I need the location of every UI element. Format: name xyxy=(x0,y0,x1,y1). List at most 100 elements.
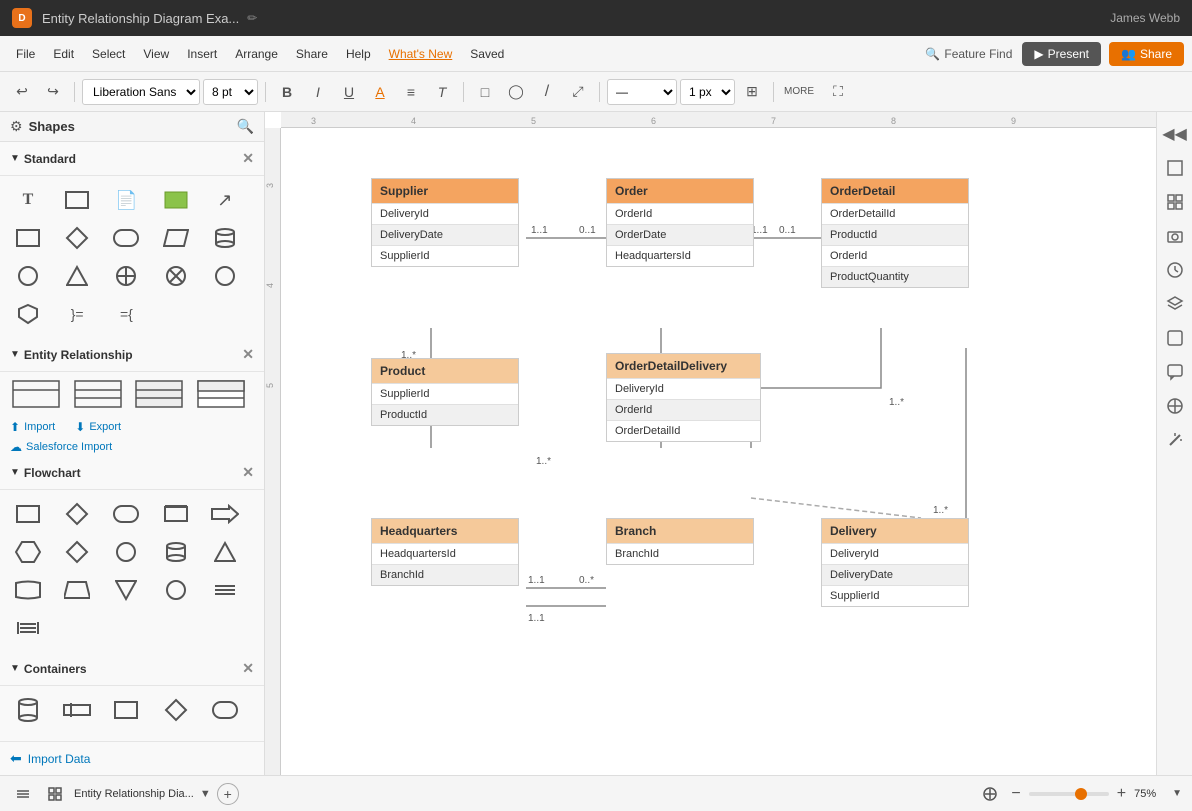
fill-button[interactable]: □ xyxy=(471,78,499,106)
containers-close-icon[interactable]: ✕ xyxy=(242,660,254,677)
list-view-icon[interactable] xyxy=(10,781,36,807)
align-left-button[interactable]: ≡ xyxy=(397,78,425,106)
import-button[interactable]: ⬆ Import xyxy=(10,420,55,434)
fc-diamond[interactable] xyxy=(59,496,95,532)
headquarters-entity[interactable]: Headquarters HeadquartersId BranchId xyxy=(371,518,519,586)
branch-entity[interactable]: Branch BranchId xyxy=(606,518,754,565)
fc-double-lines[interactable] xyxy=(10,610,46,646)
clock-icon[interactable] xyxy=(1161,256,1189,284)
menu-view[interactable]: View xyxy=(135,43,177,65)
canvas[interactable]: 1..1 0..1 1..* 0..* 1..1 0..1 1..* 1..* … xyxy=(281,128,1156,775)
cont-band[interactable] xyxy=(59,692,95,728)
redo-button[interactable]: ↪ xyxy=(39,78,67,106)
waypoints-button[interactable]: ⤢ xyxy=(564,78,592,106)
fit-page-icon[interactable] xyxy=(977,781,1003,807)
er-shape-1[interactable] xyxy=(10,378,62,410)
er-shape-3[interactable] xyxy=(133,378,185,410)
export-button[interactable]: ⬇ Export xyxy=(75,420,121,434)
cont-diamond[interactable] xyxy=(158,692,194,728)
fc-lines[interactable] xyxy=(207,572,243,608)
pages-icon[interactable] xyxy=(1161,154,1189,182)
cylinder-shape[interactable] xyxy=(207,220,243,256)
menu-help[interactable]: Help xyxy=(338,43,379,65)
fc-diamond2[interactable] xyxy=(59,534,95,570)
underline-button[interactable]: U xyxy=(335,78,363,106)
supplier-entity[interactable]: Supplier DeliveryId DeliveryDate Supplie… xyxy=(371,178,519,267)
add-page-button[interactable]: + xyxy=(217,783,239,805)
fc-cylinder[interactable] xyxy=(158,534,194,570)
collapse-right-icon[interactable]: ◀◀ xyxy=(1161,120,1189,148)
fc-circle2[interactable] xyxy=(108,534,144,570)
menu-whats-new[interactable]: What's New xyxy=(381,43,461,65)
green-rect-shape[interactable] xyxy=(158,182,194,218)
arrow-shape[interactable]: ↗ xyxy=(207,182,243,218)
zoom-plus-button[interactable]: + xyxy=(1117,785,1126,803)
stroke-color-button[interactable]: / xyxy=(533,78,561,106)
product-entity[interactable]: Product SupplierId ProductId xyxy=(371,358,519,426)
small-circle-shape[interactable] xyxy=(207,258,243,294)
flowchart-close-icon[interactable]: ✕ xyxy=(242,464,254,481)
font-color-button[interactable]: A xyxy=(366,78,394,106)
er-section-header[interactable]: ▼ Entity Relationship ✕ xyxy=(0,338,264,372)
grid-view-icon[interactable] xyxy=(42,781,68,807)
er-shape-2[interactable] xyxy=(72,378,124,410)
er-close-icon[interactable]: ✕ xyxy=(242,346,254,363)
menu-share[interactable]: Share xyxy=(288,43,336,65)
fc-rect[interactable] xyxy=(10,496,46,532)
text-shape[interactable]: T xyxy=(10,182,46,218)
menu-insert[interactable]: Insert xyxy=(179,43,225,65)
menu-edit[interactable]: Edit xyxy=(45,43,82,65)
layers-icon[interactable] xyxy=(1161,290,1189,318)
page-dropdown-arrow[interactable]: ▼ xyxy=(200,788,211,800)
fc-arrow-right[interactable] xyxy=(207,496,243,532)
text-button[interactable]: T xyxy=(428,78,456,106)
parallelogram-shape[interactable] xyxy=(158,220,194,256)
fill2-button[interactable]: ◯ xyxy=(502,78,530,106)
canvas-area[interactable]: 3 4 5 6 7 8 9 3 4 5 xyxy=(265,112,1156,775)
brace-left-shape[interactable]: ={ xyxy=(108,296,144,332)
bold-button[interactable]: B xyxy=(273,78,301,106)
font-family-select[interactable]: Liberation Sans xyxy=(82,79,200,105)
fc-inv-triangle[interactable] xyxy=(108,572,144,608)
fc-circle3[interactable] xyxy=(158,572,194,608)
brace-right-shape[interactable]: }= xyxy=(59,296,95,332)
diamond-shape[interactable] xyxy=(59,220,95,256)
menu-select[interactable]: Select xyxy=(84,43,133,65)
transform-button[interactable]: ⊞ xyxy=(738,78,766,106)
line-style-select[interactable]: — xyxy=(607,79,677,105)
fc-rounded[interactable] xyxy=(108,496,144,532)
containers-section-header[interactable]: ▼ Containers ✕ xyxy=(0,652,264,686)
cont-cylinder[interactable] xyxy=(10,692,46,728)
standard-close-icon[interactable]: ✕ xyxy=(242,150,254,167)
line-px-select[interactable]: 1 px xyxy=(680,79,735,105)
menu-arrange[interactable]: Arrange xyxy=(227,43,286,65)
fc-hexagon[interactable] xyxy=(10,534,46,570)
format-icon[interactable] xyxy=(1161,324,1189,352)
magic-icon[interactable] xyxy=(1161,426,1189,454)
fc-tape[interactable] xyxy=(10,572,46,608)
chat-icon[interactable] xyxy=(1161,358,1189,386)
er-shape-4[interactable] xyxy=(195,378,247,410)
font-size-select[interactable]: 8 pt xyxy=(203,79,258,105)
fc-trapezoid[interactable] xyxy=(59,572,95,608)
salesforce-import-button[interactable]: ☁ Salesforce Import xyxy=(0,438,264,456)
feature-find-button[interactable]: 🔍 Feature Find xyxy=(917,43,1020,65)
rounded-shape[interactable] xyxy=(108,220,144,256)
flowchart-section-header[interactable]: ▼ Flowchart ✕ xyxy=(0,456,264,490)
undo-button[interactable]: ↩ xyxy=(8,78,36,106)
triangle-shape[interactable] xyxy=(59,258,95,294)
orderdetail-entity[interactable]: OrderDetail OrderDetailId ProductId Orde… xyxy=(821,178,969,288)
import-data-button[interactable]: ⬅ Import Data xyxy=(0,741,264,775)
cross-shape[interactable] xyxy=(108,258,144,294)
edit-title-icon[interactable]: ✏ xyxy=(247,11,257,25)
camera-icon[interactable] xyxy=(1161,222,1189,250)
cont-rect[interactable] xyxy=(108,692,144,728)
fullscreen-button[interactable]: ⛶ xyxy=(824,78,852,106)
shapes2-icon[interactable] xyxy=(1161,392,1189,420)
italic-button[interactable]: I xyxy=(304,78,332,106)
fc-border-rect[interactable] xyxy=(158,496,194,532)
circle-shape[interactable] xyxy=(10,258,46,294)
rect2-shape[interactable] xyxy=(10,220,46,256)
zoom-dropdown-arrow[interactable]: ▼ xyxy=(1172,788,1182,799)
menu-file[interactable]: File xyxy=(8,43,43,65)
